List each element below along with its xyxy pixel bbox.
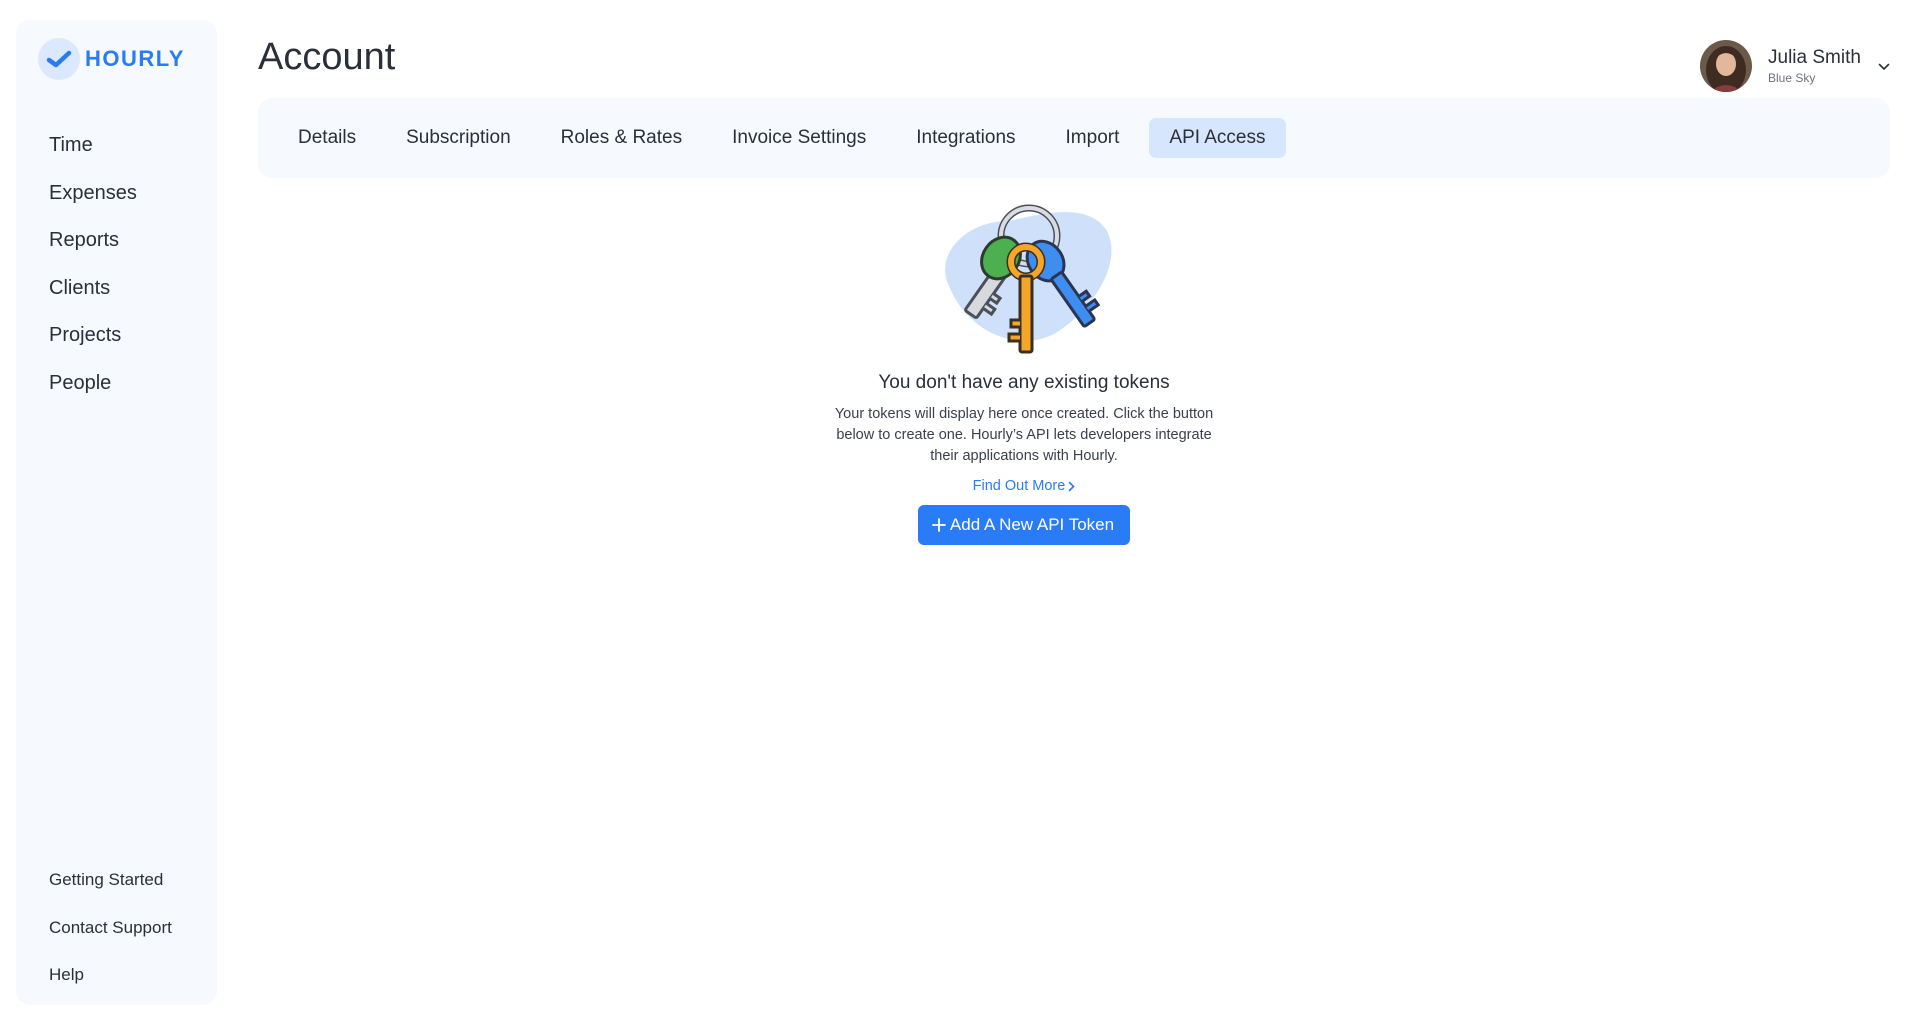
chevron-right-icon — [1068, 481, 1075, 492]
add-api-token-button[interactable]: Add A New API Token — [917, 505, 1131, 545]
sidebar-item-clients[interactable]: Clients — [49, 265, 137, 313]
sidebar-item-contact-support[interactable]: Contact Support — [49, 904, 172, 952]
tab-roles-rates[interactable]: Roles & Rates — [541, 118, 702, 158]
user-menu[interactable]: Julia Smith Blue Sky — [1700, 40, 1890, 92]
chevron-down-icon — [1878, 58, 1890, 76]
logo-text: HOURLY — [85, 46, 185, 71]
avatar — [1700, 40, 1752, 92]
user-name: Julia Smith — [1768, 47, 1861, 68]
sidebar-item-projects[interactable]: Projects — [49, 312, 137, 360]
sidebar: HOURLY Time Expenses Reports Clients Pro… — [16, 20, 217, 1005]
tab-integrations[interactable]: Integrations — [896, 118, 1035, 158]
add-api-token-label: Add A New API Token — [949, 515, 1115, 534]
find-out-more-label: Find Out More — [972, 478, 1066, 494]
secondary-nav: Getting Started Contact Support Help — [49, 856, 172, 999]
tab-import[interactable]: Import — [1046, 118, 1140, 158]
tab-api-access[interactable]: API Access — [1149, 118, 1286, 158]
sidebar-item-reports[interactable]: Reports — [49, 217, 137, 265]
main-nav: Time Expenses Reports Clients Projects P… — [49, 122, 137, 407]
sidebar-item-help[interactable]: Help — [49, 951, 172, 999]
tab-subscription[interactable]: Subscription — [386, 118, 531, 158]
empty-state-title: You don't have any existing tokens — [878, 372, 1170, 393]
find-out-more-link[interactable]: Find Out More — [973, 478, 1076, 494]
empty-state-description: Your tokens will display here once creat… — [834, 406, 1214, 464]
tab-details[interactable]: Details — [278, 118, 376, 158]
check-logo-icon — [38, 38, 80, 80]
account-tabs: Details Subscription Roles & Rates Invoi… — [258, 98, 1890, 178]
user-org: Blue Sky — [1768, 71, 1816, 85]
keys-illustration — [945, 204, 1112, 354]
sidebar-item-expenses[interactable]: Expenses — [49, 170, 137, 218]
sidebar-item-getting-started[interactable]: Getting Started — [49, 856, 172, 904]
app-logo[interactable]: HOURLY — [38, 38, 185, 80]
page-title: Account — [258, 36, 396, 78]
plus-icon — [932, 514, 946, 536]
sidebar-item-time[interactable]: Time — [49, 122, 137, 170]
empty-state: You don't have any existing tokens Your … — [800, 196, 1248, 545]
sidebar-item-people[interactable]: People — [49, 360, 137, 408]
tab-invoice-settings[interactable]: Invoice Settings — [712, 118, 886, 158]
